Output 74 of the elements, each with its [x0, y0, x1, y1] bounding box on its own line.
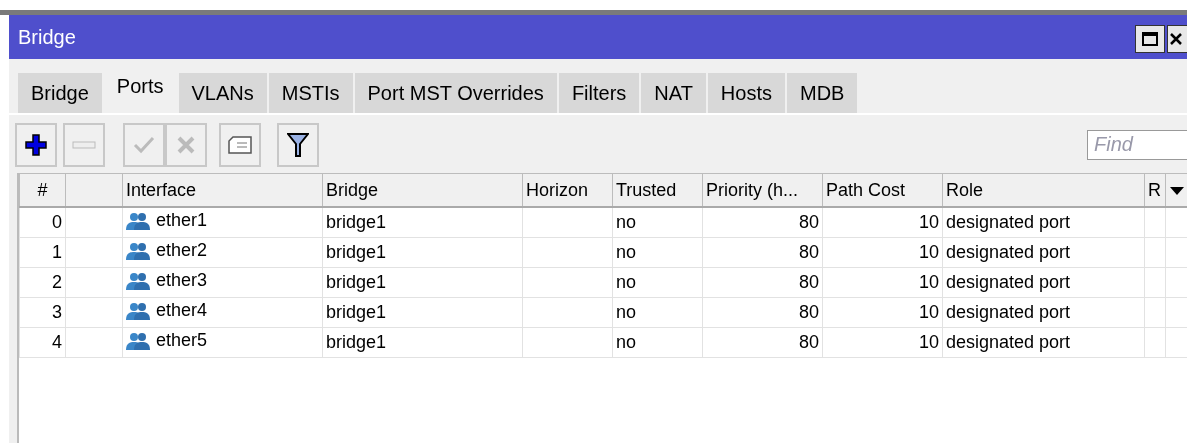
column-header[interactable]: Trusted	[612, 173, 703, 207]
table-cell: designated port	[946, 212, 1071, 232]
tab[interactable]: MSTIs	[268, 73, 355, 113]
table-cell: ether1	[156, 210, 208, 232]
column-header[interactable]: Path Cost	[822, 173, 943, 207]
users-icon	[126, 211, 150, 230]
tab[interactable]: VLANs	[178, 73, 269, 113]
column-menu-button[interactable]	[1165, 173, 1187, 207]
table-cell: designated port	[946, 332, 1071, 352]
table-cell: 80	[798, 212, 819, 232]
table-cell: 10	[918, 212, 939, 232]
comment-button[interactable]	[219, 122, 261, 167]
table-cell: 10	[918, 272, 939, 292]
table-cell: ether4	[156, 300, 208, 322]
filter-button[interactable]	[277, 122, 319, 167]
table-cell: no	[616, 332, 637, 352]
minus-icon	[72, 139, 96, 150]
column-header[interactable]: Role	[942, 173, 1145, 207]
table-cell: designated port	[946, 272, 1071, 292]
table-cell: no	[616, 212, 637, 232]
filter-icon	[287, 131, 309, 158]
table-cell: bridge1	[326, 302, 387, 322]
table-cell: bridge1	[326, 212, 387, 232]
tab[interactable]: Port MST Overrides	[354, 73, 559, 113]
maximize-button[interactable]	[1135, 25, 1165, 53]
table-cell: ether5	[156, 330, 208, 352]
table-cell: 10	[918, 332, 939, 352]
column-header[interactable]: #	[19, 173, 66, 207]
note-icon	[227, 134, 253, 155]
plus-icon	[24, 132, 48, 157]
users-icon	[126, 331, 150, 350]
dropdown-icon	[1169, 185, 1185, 196]
maximize-icon	[1141, 31, 1159, 47]
table-cell: no	[616, 242, 637, 262]
tab[interactable]: MDB	[786, 73, 860, 113]
table-cell: bridge1	[326, 332, 387, 352]
table-cell: 3	[52, 302, 62, 322]
tab[interactable]: Hosts	[707, 73, 787, 113]
tab[interactable]: NAT	[641, 73, 708, 113]
tab[interactable]: Filters	[558, 73, 642, 113]
column-header[interactable]: R	[1144, 173, 1166, 207]
users-icon	[126, 241, 150, 260]
users-icon	[126, 301, 150, 320]
table-cell: ether2	[156, 240, 208, 262]
tab[interactable]: Bridge	[18, 73, 104, 113]
column-header[interactable]: Interface	[122, 173, 323, 207]
users-icon	[126, 271, 150, 290]
table-cell: no	[616, 272, 637, 292]
table-cell: 80	[798, 242, 819, 262]
window-title: Bridge	[17, 25, 76, 49]
check-icon	[133, 135, 155, 154]
add-button[interactable]	[15, 122, 57, 167]
table-cell: designated port	[946, 242, 1071, 262]
table-cell: 80	[798, 272, 819, 292]
table-cell: bridge1	[326, 272, 387, 292]
find-field[interactable]: Find	[1087, 129, 1187, 160]
table-cell: 1	[52, 242, 62, 262]
table-cell: 80	[798, 332, 819, 352]
close-button[interactable]	[1167, 25, 1187, 53]
column-header[interactable]: Priority (h...	[702, 173, 823, 207]
cross-icon	[176, 134, 196, 155]
table-cell: 80	[798, 302, 819, 322]
close-icon	[1168, 31, 1182, 47]
table-cell: 10	[918, 302, 939, 322]
table-cell: 2	[52, 272, 62, 292]
table-cell: designated port	[946, 302, 1071, 322]
table-cell: no	[616, 302, 637, 322]
table-cell: bridge1	[326, 242, 387, 262]
table-cell: 0	[52, 212, 62, 232]
table-cell: 4	[52, 332, 62, 352]
table-cell: ether3	[156, 270, 208, 292]
column-header[interactable]: Horizon	[522, 173, 613, 207]
column-header[interactable]: Bridge	[322, 173, 523, 207]
table-cell: 10	[918, 242, 939, 262]
